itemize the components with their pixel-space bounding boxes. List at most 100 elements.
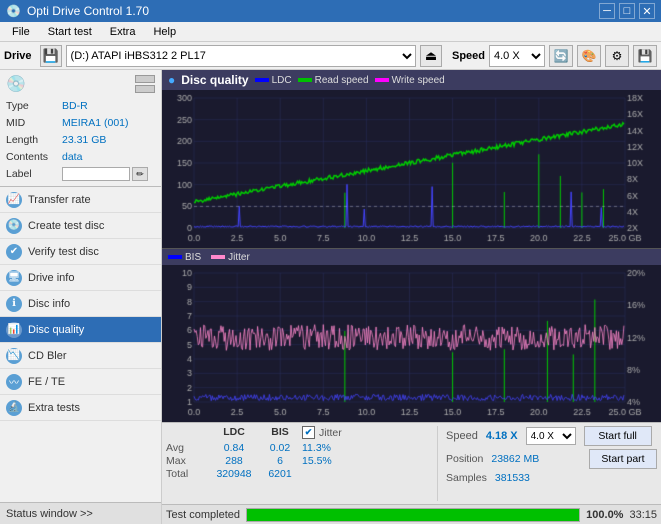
nav-transfer-rate-label: Transfer rate	[28, 194, 91, 206]
start-part-button[interactable]: Start part	[589, 449, 657, 469]
jitter-avg: 11.3%	[302, 442, 433, 454]
title-bar-controls: ─ □ ✕	[599, 3, 655, 19]
position-label: Position	[446, 453, 483, 465]
settings-button[interactable]: ⚙	[605, 45, 629, 67]
disc-type-value: BD-R	[62, 100, 155, 112]
speed-value: 4.18 X	[486, 430, 518, 442]
speed-label: Speed	[446, 50, 485, 62]
drive-label: Drive	[4, 50, 36, 62]
eject-button[interactable]: ⏏	[420, 45, 442, 67]
drive-select[interactable]: (D:) ATAPI iHBS312 2 PL17	[66, 45, 416, 67]
jitter-max: 15.5%	[302, 455, 433, 467]
window-title: Opti Drive Control 1.70	[27, 4, 149, 18]
stats-avg-row: Avg 0.84 0.02 11.3%	[166, 442, 433, 454]
main-layout: 💿 Type BD-R MID MEIRA1 (001) Length 23.3	[0, 70, 661, 524]
legend-bis-label: BIS	[185, 252, 201, 263]
drive-icon-button[interactable]: 💾	[40, 45, 62, 67]
progress-percent: 100.0%	[586, 509, 623, 521]
legend-write-speed: Write speed	[375, 75, 445, 86]
nav-drive-info[interactable]: 🖥 Drive info	[0, 265, 161, 291]
status-window-label: Status window >>	[6, 508, 93, 520]
nav-fe-te[interactable]: 〰 FE / TE	[0, 369, 161, 395]
speed-select[interactable]: 4.0 X	[489, 45, 545, 67]
stats-inner: LDC BIS ✔ Jitter Avg 0.84 0.02 11.3%	[162, 423, 661, 504]
nav-create-test-disc-label: Create test disc	[28, 220, 104, 232]
create-test-disc-icon: 💿	[6, 218, 22, 234]
menu-file[interactable]: File	[4, 24, 38, 40]
legend-ldc: LDC	[255, 75, 292, 86]
cd-bler-icon: 📉	[6, 348, 22, 364]
ldc-header: LDC	[210, 426, 258, 439]
legend-ldc-color	[255, 78, 269, 82]
nav-items: 📈 Transfer rate 💿 Create test disc ✔ Ver…	[0, 187, 161, 502]
disc-contents-value: data	[62, 151, 155, 163]
options-button[interactable]: 🎨	[577, 45, 601, 67]
ldc-max: 288	[210, 455, 258, 467]
samples-value: 381533	[495, 472, 530, 484]
chart-bottom	[162, 265, 661, 422]
stats-bar: LDC BIS ✔ Jitter Avg 0.84 0.02 11.3%	[162, 422, 661, 504]
save-button[interactable]: 💾	[633, 45, 657, 67]
nav-extra-tests[interactable]: 🔬 Extra tests	[0, 395, 161, 421]
nav-create-test-disc[interactable]: 💿 Create test disc	[0, 213, 161, 239]
disc-quality-header: ● Disc quality LDC Read speed Write spee…	[162, 70, 661, 90]
legend-read-speed-color	[298, 78, 312, 82]
speed-row: Speed 4.18 X 4.0 X Start full	[446, 426, 657, 446]
nav-verify-test-disc[interactable]: ✔ Verify test disc	[0, 239, 161, 265]
app-icon: 💿	[6, 4, 21, 18]
progress-time: 33:15	[629, 509, 657, 521]
position-value: 23862 MB	[491, 453, 539, 465]
transfer-rate-icon: 📈	[6, 192, 22, 208]
nav-disc-info-label: Disc info	[28, 298, 70, 310]
close-button[interactable]: ✕	[639, 3, 655, 19]
start-full-button[interactable]: Start full	[584, 426, 652, 446]
jitter-header: ✔ Jitter	[302, 426, 433, 439]
legend-read-speed: Read speed	[298, 75, 369, 86]
status-window-button[interactable]: Status window >>	[0, 502, 161, 524]
progress-fill	[247, 509, 579, 521]
chart-top-canvas	[162, 90, 661, 248]
minimize-button[interactable]: ─	[599, 3, 615, 19]
sidebar: 💿 Type BD-R MID MEIRA1 (001) Length 23.3	[0, 70, 162, 524]
bis-max: 6	[258, 455, 302, 467]
drive-info-icon: 🖥	[6, 270, 22, 286]
fe-te-icon: 〰	[6, 374, 22, 390]
stats-max-row: Max 288 6 15.5%	[166, 455, 433, 467]
disc-mid-row: MID MEIRA1 (001)	[6, 115, 155, 131]
drive-bar: Drive 💾 (D:) ATAPI iHBS312 2 PL17 ⏏ Spee…	[0, 42, 661, 70]
disc-quality-title: Disc quality	[181, 73, 248, 87]
progress-bar-container: Test completed 100.0% 33:15	[162, 504, 661, 524]
disc-length-value: 23.31 GB	[62, 134, 155, 146]
nav-disc-quality[interactable]: 📊 Disc quality	[0, 317, 161, 343]
disc-contents-row: Contents data	[6, 149, 155, 165]
nav-cd-bler[interactable]: 📉 CD Bler	[0, 343, 161, 369]
disc-panel-header: 💿	[6, 74, 155, 94]
chart-bottom-canvas	[162, 265, 661, 422]
label-edit-button[interactable]: ✏	[132, 167, 148, 181]
menu-help[interactable]: Help	[145, 24, 184, 40]
legend-bis: BIS	[168, 252, 201, 263]
refresh-button[interactable]: 🔄	[549, 45, 573, 67]
speed-select2[interactable]: 4.0 X	[526, 427, 576, 445]
legend-ldc-label: LDC	[272, 75, 292, 86]
speed-label: Speed	[446, 430, 478, 442]
menu-start-test[interactable]: Start test	[40, 24, 100, 40]
disc-rows: Type BD-R MID MEIRA1 (001) Length 23.31 …	[6, 98, 155, 182]
label-input[interactable]	[62, 167, 130, 181]
position-row: Position 23862 MB Start part	[446, 449, 657, 469]
progress-track	[246, 508, 580, 522]
jitter-checkbox[interactable]: ✔	[302, 426, 315, 439]
legend-bis-color	[168, 255, 182, 259]
title-bar: 💿 Opti Drive Control 1.70 ─ □ ✕	[0, 0, 661, 22]
bis-total: 6201	[258, 468, 302, 480]
nav-disc-info[interactable]: ℹ Disc info	[0, 291, 161, 317]
maximize-button[interactable]: □	[619, 3, 635, 19]
chart-top	[162, 90, 661, 249]
disc-quality-icon: 📊	[6, 322, 22, 338]
jitter-label: Jitter	[319, 427, 342, 439]
disc-type-row: Type BD-R	[6, 98, 155, 114]
nav-transfer-rate[interactable]: 📈 Transfer rate	[0, 187, 161, 213]
extra-tests-icon: 🔬	[6, 400, 22, 416]
stats-headers: LDC BIS ✔ Jitter	[166, 426, 433, 439]
menu-extra[interactable]: Extra	[102, 24, 144, 40]
